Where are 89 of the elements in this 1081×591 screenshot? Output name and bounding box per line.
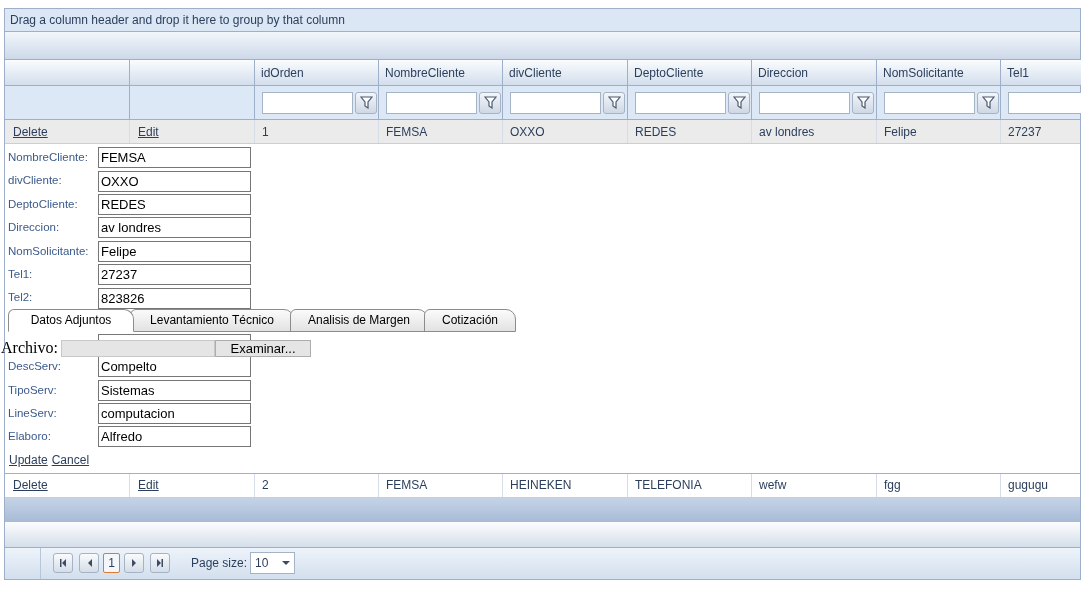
funnel-icon [607, 96, 621, 109]
page-size-label: Page size: [191, 555, 248, 573]
field-label: LineServ: [8, 405, 58, 421]
funnel-icon [732, 96, 746, 109]
last-page-icon [156, 559, 164, 568]
filter-field[interactable] [510, 91, 601, 114]
input-field[interactable]: Sistemas [98, 379, 251, 401]
right-triangle-icon [131, 559, 137, 568]
first-page-button[interactable] [53, 553, 73, 574]
table-cell-text: TELEFONIA [635, 477, 702, 495]
left-triangle-icon [86, 559, 92, 568]
last-page-button[interactable] [150, 553, 170, 574]
page-button[interactable]: 1 [103, 553, 120, 574]
first-page-icon [59, 559, 67, 568]
table-cell-text: av londres [759, 123, 815, 141]
table-cell-text: FEMSA [386, 477, 428, 495]
upload-label: Archivo: [1, 338, 59, 358]
field-label: Direccion: [8, 220, 61, 236]
tab[interactable]: Cotización [424, 308, 516, 332]
filter-field[interactable] [1008, 91, 1081, 114]
table-cell-text: 1 [262, 123, 269, 141]
table-cell-text: 2 [262, 477, 269, 495]
cancel-link[interactable]: Cancel [51, 451, 90, 470]
table-cell-text: 27237 [1008, 123, 1042, 141]
column-header[interactable]: NombreCliente [379, 60, 503, 85]
page-size-dropdown[interactable]: 10 [250, 552, 296, 575]
table-cell-text: HEINEKEN [510, 477, 572, 495]
column-header[interactable]: DeptoCliente [628, 60, 752, 85]
column-header[interactable]: idOrden [255, 60, 379, 85]
filter-field[interactable] [884, 91, 975, 114]
input-field[interactable]: REDES [98, 193, 251, 215]
table-cell-text: REDES [635, 123, 677, 141]
field-label: Tel2: [8, 290, 34, 306]
input-field[interactable]: Alfredo [98, 426, 251, 448]
delete-link[interactable]: Delete [13, 122, 48, 141]
column-header[interactable]: Direccion [752, 60, 877, 85]
input-field[interactable]: 823826 [98, 287, 251, 309]
input-field[interactable]: av londres [98, 217, 251, 239]
field-label: divCliente: [8, 173, 63, 189]
table-cell-text: FEMSA [386, 123, 428, 141]
input-field[interactable]: Compelto [98, 356, 251, 378]
input-field[interactable]: FEMSA [98, 147, 251, 169]
filter-button[interactable] [977, 91, 999, 114]
table-cell-text: gugugu [1008, 477, 1049, 495]
input-field[interactable]: OXXO [98, 170, 251, 192]
edit-link[interactable]: Edit [138, 122, 159, 141]
field-label: DeptoCliente: [8, 196, 79, 212]
table-cell-text: OXXO [510, 123, 545, 141]
field-label: Tel1: [8, 267, 34, 282]
filter-button[interactable] [852, 91, 874, 114]
grid-row[interactable]: Delete Edit 1 FEMSA OXXO REDES av londres Felipe 27237 [5, 120, 1080, 144]
filter-button[interactable] [603, 91, 625, 114]
browse-button[interactable]: Examinar... [215, 339, 311, 357]
table-cell-text: fgg [884, 477, 901, 495]
field-label: NombreCliente: [8, 150, 89, 166]
grid-row[interactable]: Delete Edit 2 FEMSA HEINEKEN TELEFONIA wefw fgg gugugu [5, 473, 1080, 498]
group-panel-hint: Drag a column header and drop it here to group by that column [10, 12, 345, 29]
file-field[interactable] [61, 339, 215, 357]
column-header[interactable]: Tel1 [1001, 60, 1081, 85]
input-field[interactable]: computacion [98, 403, 251, 425]
column-header[interactable]: NomSolicitante [877, 60, 1001, 85]
column-header[interactable]: divCliente [503, 60, 628, 85]
field-label: DescServ: [8, 359, 63, 375]
caret-icon [282, 560, 291, 566]
group-panel[interactable]: Drag a column header and drop it here to group by that column [5, 8, 1080, 32]
field-label: TipoServ: [8, 382, 58, 398]
edit-link[interactable]: Edit [138, 476, 159, 495]
filter-field[interactable] [635, 91, 726, 114]
table-cell-text: Felipe [884, 123, 917, 141]
field-label: Elaboro: [8, 429, 52, 445]
funnel-icon [483, 96, 497, 109]
filter-button[interactable] [479, 91, 501, 114]
input-field[interactable]: 27237 [98, 264, 251, 286]
table-cell-text: wefw [759, 477, 787, 495]
filter-field[interactable] [262, 91, 353, 114]
update-link[interactable]: Update [9, 451, 48, 470]
funnel-icon [359, 96, 373, 109]
next-page-button[interactable] [124, 553, 144, 574]
field-label: NomSolicitante: [8, 243, 90, 259]
filter-field[interactable] [386, 91, 477, 114]
funnel-icon [981, 96, 995, 109]
input-field[interactable]: Felipe [98, 240, 251, 262]
filter-field[interactable] [759, 91, 850, 114]
previous-page-button[interactable] [79, 553, 99, 574]
filter-button[interactable] [355, 91, 377, 114]
filter-button[interactable] [728, 91, 750, 114]
tab[interactable]: Datos Adjuntos [8, 308, 134, 332]
funnel-icon [856, 96, 870, 109]
delete-link[interactable]: Delete [13, 476, 48, 495]
